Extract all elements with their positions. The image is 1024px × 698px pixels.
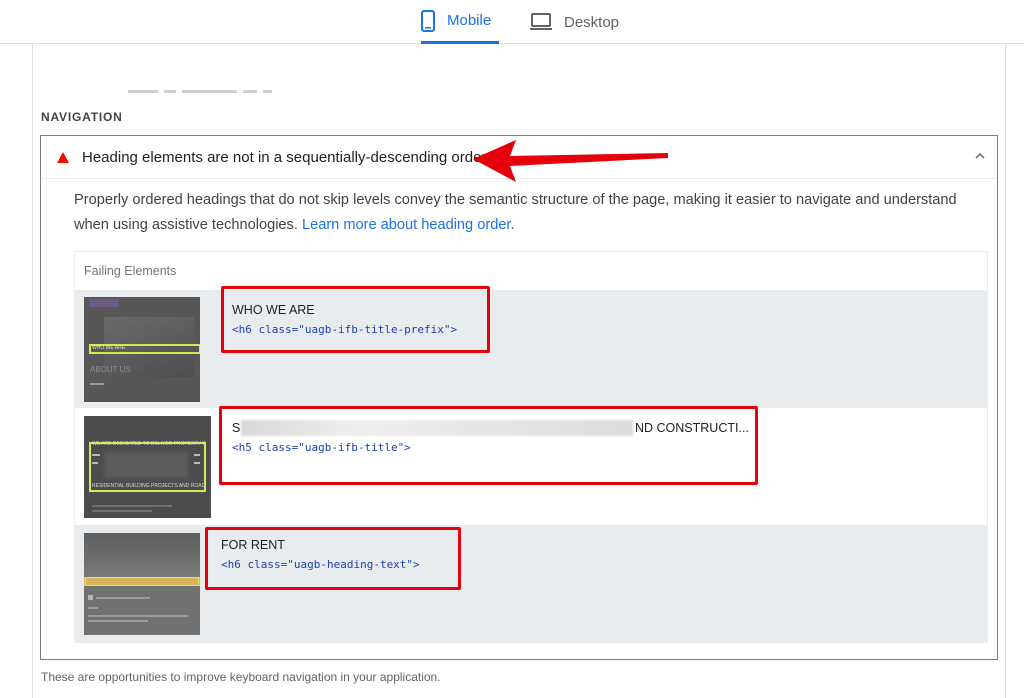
audit-description: Properly ordered headings that do not sk… [74,188,984,238]
audit-title: Heading elements are not in a sequential… [82,149,487,166]
thumb-caption: ABOUT US [90,365,131,374]
element-screenshot-thumbnail: WHO WE ARE ABOUT US [84,297,200,402]
element-screenshot-thumbnail: WE ARE DEDICATED TO DELIVER PROPERTY SER… [84,416,211,518]
annotation-box-row-1 [221,286,490,353]
annotation-box-row-3 [205,527,461,590]
thumb-line-2: RESIDENTIAL BUILDING PROJECTS AND ROAD D… [92,483,206,489]
thumb-heading: WHO WE ARE [92,345,126,351]
section-footer-note: These are opportunities to improve keybo… [41,670,441,684]
tab-mobile-label: Mobile [447,12,492,29]
element-screenshot-thumbnail [84,533,200,635]
annotation-box-row-2 [219,406,758,485]
tab-desktop-label: Desktop [564,13,620,31]
monitor-icon [530,13,552,31]
annotation-arrow-icon [473,140,668,182]
chevron-up-icon[interactable] [973,149,987,163]
tab-desktop[interactable]: Desktop [530,0,630,44]
table-header: Failing Elements [84,264,177,278]
thumb-line-1: WE ARE DEDICATED TO DELIVER PROPERTY SER… [92,441,206,447]
section-title: NAVIGATION [41,110,123,124]
device-tab-bar: Mobile Desktop [0,0,1024,44]
learn-more-link[interactable]: Learn more about heading order [302,217,511,233]
warning-triangle-icon [57,152,69,163]
tab-mobile[interactable]: Mobile [421,0,499,44]
audit-heading-order: Heading elements are not in a sequential… [40,135,998,660]
table-row: WHO WE ARE ABOUT US WHO WE ARE <h6 class… [75,290,987,408]
audit-description-text: Properly ordered headings that do not sk… [74,192,957,233]
smartphone-icon [421,9,435,32]
truncated-text-remnant [128,90,348,96]
audit-description-end: . [510,217,515,233]
